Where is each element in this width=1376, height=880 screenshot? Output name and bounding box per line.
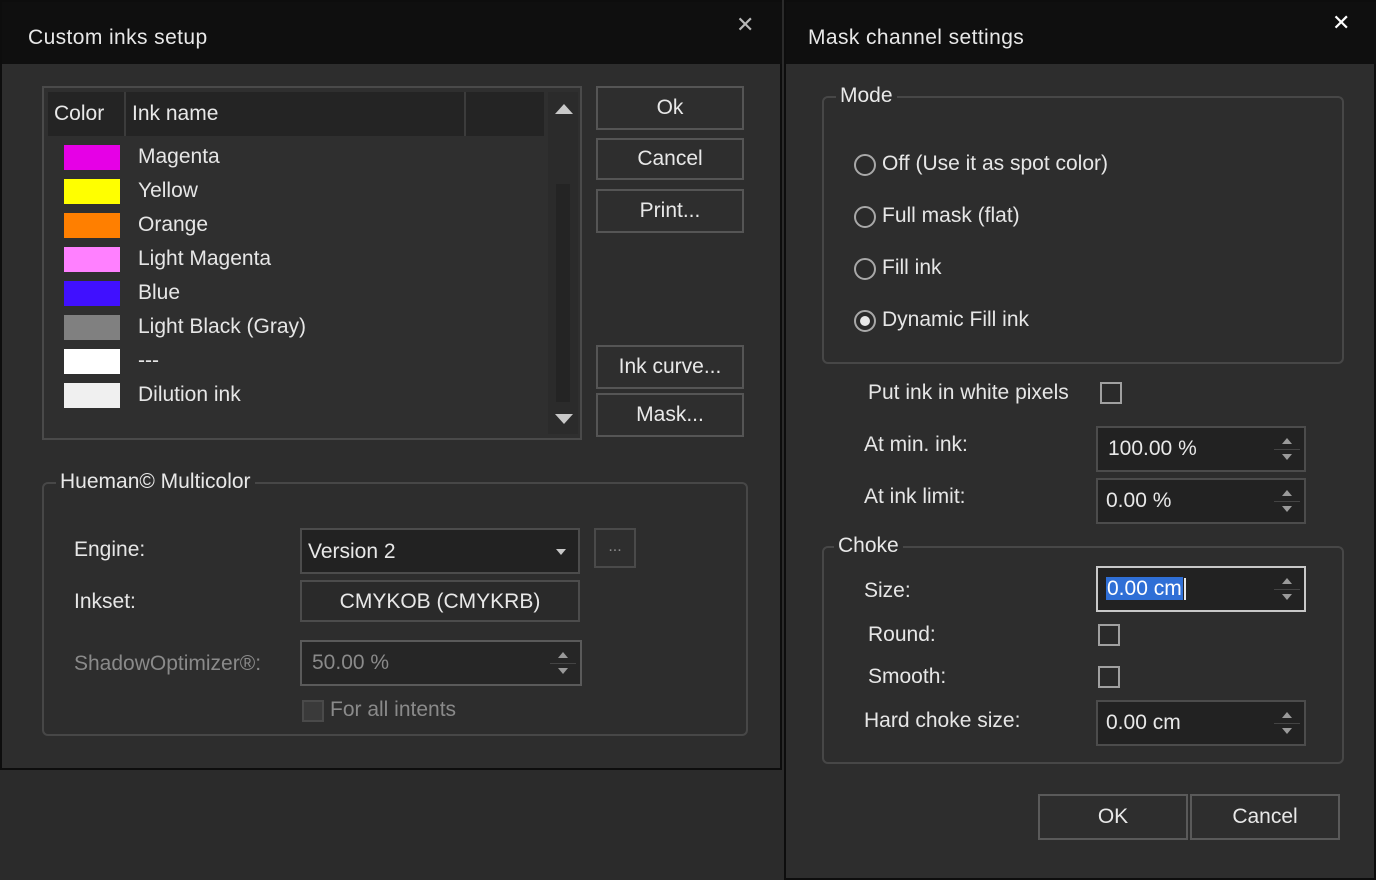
smooth-checkbox[interactable] [1098, 666, 1120, 688]
ink-limit-label: At ink limit: [864, 485, 966, 508]
min-ink-label: At min. ink: [864, 433, 968, 456]
multicolor-group-title: Hueman© Multicolor [56, 470, 255, 494]
ink-row[interactable]: Dilution ink [60, 380, 530, 410]
ink-name: Orange [138, 213, 209, 236]
ok-button[interactable]: Ok [596, 86, 744, 130]
ok-button[interactable]: OK [1038, 794, 1188, 840]
mask-button[interactable]: Mask... [596, 393, 744, 437]
for-all-intents-checkbox[interactable] [302, 700, 324, 722]
choke-size-value: 0.00 cm [1106, 577, 1183, 600]
ink-row[interactable]: Orange [60, 210, 530, 240]
mode-radio[interactable] [854, 310, 876, 332]
ink-limit-spinbox[interactable]: 0.00 % [1096, 478, 1306, 524]
ink-color-swatch[interactable] [64, 383, 120, 408]
round-label: Round: [868, 623, 936, 646]
ink-color-swatch[interactable] [64, 315, 120, 340]
spin-buttons[interactable] [1274, 572, 1300, 606]
cancel-button[interactable]: Cancel [596, 138, 744, 180]
mask-channel-dialog: Mask channel settings ✕ Mode Off (Use it… [784, 0, 1376, 880]
close-icon[interactable]: ✕ [1332, 12, 1350, 34]
ink-name: Dilution ink [138, 383, 241, 406]
ink-list[interactable]: Color Ink name Magenta Yellow Orange Light … [42, 86, 582, 440]
scroll-up-icon[interactable] [555, 104, 573, 114]
smooth-label: Smooth: [868, 665, 947, 688]
mode-option-label[interactable]: Full mask (flat) [882, 204, 1020, 228]
shadow-optimizer-spinbox[interactable]: 50.00 % [300, 640, 582, 686]
ink-row[interactable]: Magenta [60, 142, 530, 172]
engine-more-button[interactable]: ... [594, 528, 636, 568]
inkset-field[interactable]: CMYKOB (CMYKRB) [300, 580, 580, 622]
ink-name: Light Black (Gray) [138, 315, 307, 338]
choke-group-title: Choke [834, 534, 903, 558]
column-header-color[interactable]: Color [48, 92, 126, 136]
scroll-down-icon[interactable] [555, 414, 573, 424]
scroll-thumb[interactable] [556, 184, 570, 402]
mode-option-label[interactable]: Dynamic Fill ink [882, 308, 1029, 332]
column-header-extra[interactable] [466, 92, 546, 136]
round-checkbox[interactable] [1098, 624, 1120, 646]
ink-color-swatch[interactable] [64, 145, 120, 170]
size-label: Size: [864, 579, 911, 602]
ink-color-swatch[interactable] [64, 247, 120, 272]
list-scrollbar[interactable] [548, 92, 578, 434]
radio-selected-dot [860, 316, 870, 326]
ink-row[interactable]: Yellow [60, 176, 530, 206]
shadow-optimizer-value: 50.00 % [312, 651, 390, 674]
min-ink-value: 100.00 % [1108, 437, 1197, 460]
text-caret [1183, 578, 1186, 601]
cancel-button[interactable]: Cancel [1190, 794, 1340, 840]
ink-row[interactable]: --- [60, 346, 530, 376]
engine-value: Version 2 [308, 540, 396, 563]
ink-name: --- [138, 349, 159, 372]
mode-group-title: Mode [836, 84, 897, 108]
shadow-optimizer-label: ShadowOptimizer®: [74, 652, 262, 675]
for-all-intents-label: For all intents [330, 698, 457, 721]
mode-radio[interactable] [854, 154, 876, 176]
print-button[interactable]: Print... [596, 189, 744, 233]
dialog-title: Custom inks setup [28, 26, 208, 49]
spin-buttons[interactable] [1274, 432, 1300, 466]
ink-name: Light Magenta [138, 247, 272, 270]
title-bar: Mask channel settings ✕ [786, 2, 1376, 64]
engine-select[interactable]: Version 2 [300, 528, 580, 574]
ink-name: Blue [138, 281, 181, 304]
spin-buttons[interactable] [1274, 706, 1300, 740]
ink-limit-value: 0.00 % [1106, 489, 1172, 512]
white-pixels-checkbox[interactable] [1100, 382, 1122, 404]
mode-radio[interactable] [854, 258, 876, 280]
ink-row[interactable]: Blue [60, 278, 530, 308]
white-pixels-label: Put ink in white pixels [868, 381, 1069, 404]
list-header: Color Ink name [48, 92, 544, 136]
hard-choke-value: 0.00 cm [1106, 711, 1181, 734]
mode-radio[interactable] [854, 206, 876, 228]
hard-choke-label: Hard choke size: [864, 709, 1021, 732]
ink-row[interactable]: Light Black (Gray) [60, 312, 530, 342]
ink-color-swatch[interactable] [64, 179, 120, 204]
ink-color-swatch[interactable] [64, 213, 120, 238]
spin-buttons[interactable] [1274, 484, 1300, 518]
dialog-title: Mask channel settings [808, 26, 1025, 49]
min-ink-spinbox[interactable]: 100.00 % [1096, 426, 1306, 472]
ink-color-swatch[interactable] [64, 349, 120, 374]
ink-name: Magenta [138, 145, 220, 168]
choke-size-spinbox[interactable]: 0.00 cm [1096, 566, 1306, 612]
ink-color-swatch[interactable] [64, 281, 120, 306]
ink-curve-button[interactable]: Ink curve... [596, 345, 744, 389]
spin-buttons[interactable] [550, 646, 576, 680]
engine-label: Engine: [74, 538, 146, 561]
ink-name: Yellow [138, 179, 198, 202]
inkset-label: Inkset: [74, 590, 136, 613]
ink-row[interactable]: Light Magenta [60, 244, 530, 274]
hard-choke-spinbox[interactable]: 0.00 cm [1096, 700, 1306, 746]
custom-inks-dialog: Custom inks setup ✕ Color Ink name Magen… [0, 0, 782, 770]
mode-option-label[interactable]: Off (Use it as spot color) [882, 152, 1108, 176]
close-icon[interactable]: ✕ [736, 14, 754, 36]
chevron-down-icon[interactable] [556, 549, 566, 555]
column-header-ink-name[interactable]: Ink name [126, 92, 466, 136]
mode-option-label[interactable]: Fill ink [882, 256, 942, 280]
title-bar: Custom inks setup ✕ [2, 2, 782, 64]
